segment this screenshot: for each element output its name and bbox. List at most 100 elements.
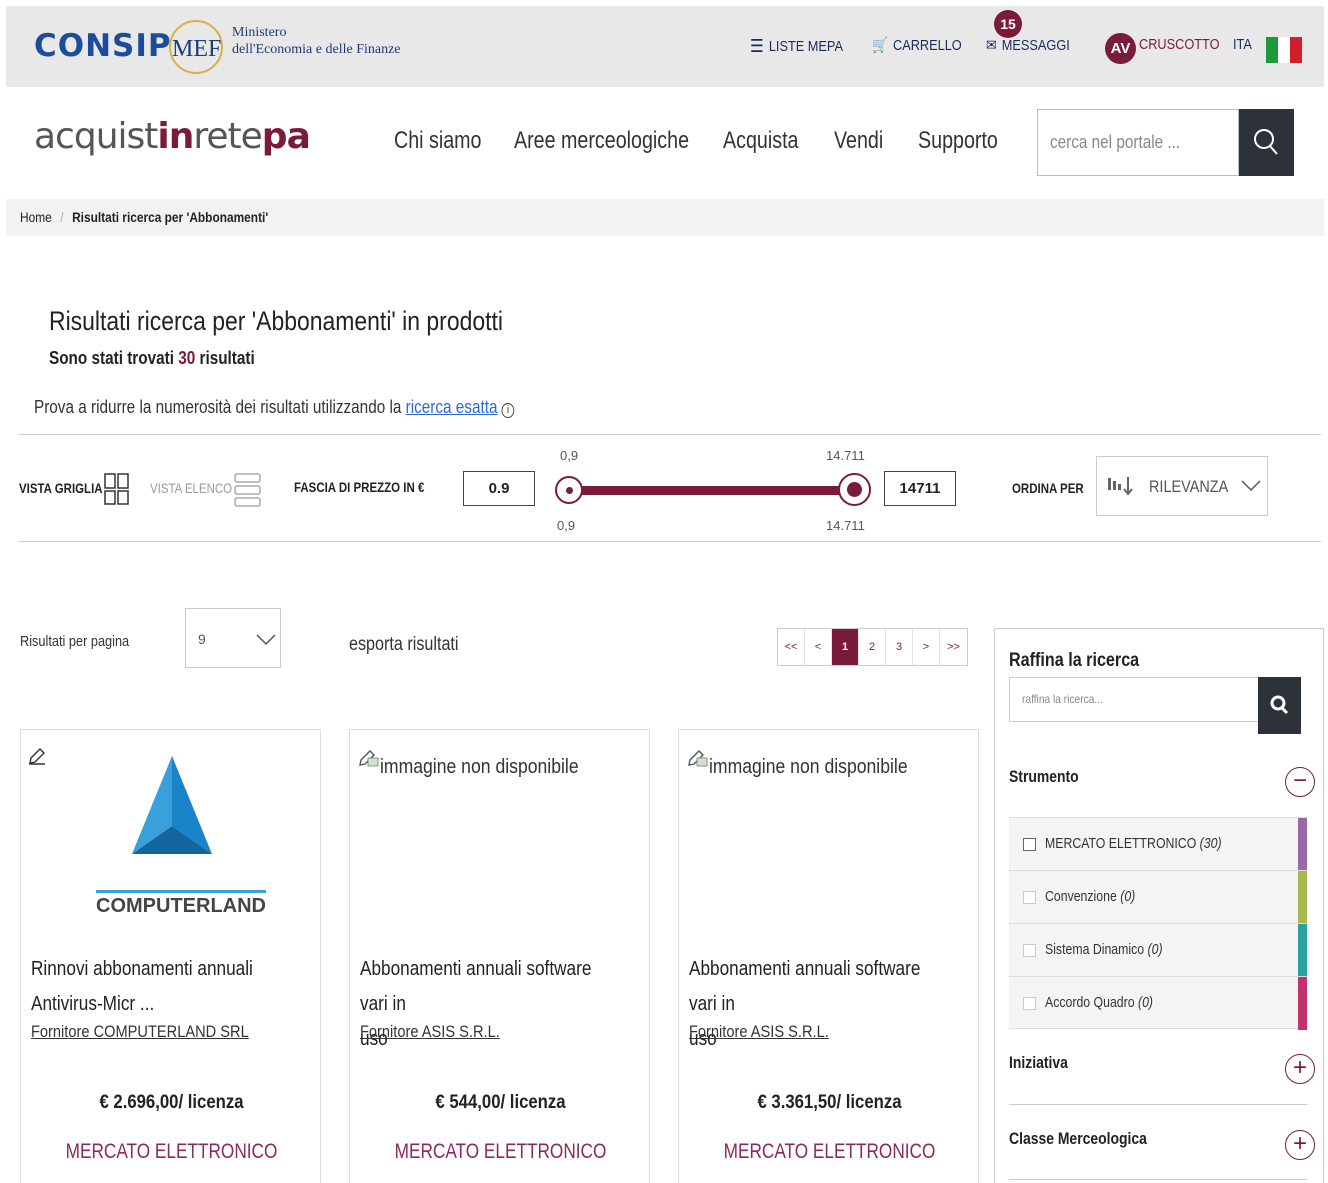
- nav-aree-merceologiche[interactable]: Aree merceologiche: [514, 127, 689, 155]
- language-selector[interactable]: ITA: [1233, 36, 1252, 53]
- expand-plus-icon[interactable]: +: [1285, 1130, 1315, 1160]
- facet-strumento-label[interactable]: Strumento: [1009, 767, 1079, 787]
- pager-prev[interactable]: <: [805, 629, 832, 665]
- breadcrumb-current: Risultati ricerca per 'Abbonamenti': [72, 209, 269, 225]
- option-label: Convenzione (0): [1045, 888, 1135, 905]
- pager-page-1[interactable]: 1: [832, 629, 859, 665]
- edit-icon[interactable]: [27, 746, 47, 766]
- envelope-icon: ✉: [986, 37, 997, 54]
- export-results-link[interactable]: esporta risultati: [349, 634, 459, 656]
- checkbox[interactable]: [1023, 838, 1036, 851]
- divider-bottom: [19, 541, 1321, 542]
- cruscotto-label: CRUSCOTTO: [1139, 36, 1220, 53]
- carrello-label: CARRELLO: [892, 36, 962, 54]
- brand-part-2: in: [157, 116, 194, 157]
- refine-search-input[interactable]: raffina la ricerca...: [1009, 677, 1259, 722]
- per-page-select[interactable]: 9: [185, 608, 281, 668]
- broken-image-icon: [359, 750, 379, 767]
- language-label: ITA: [1233, 36, 1252, 53]
- chevron-down-icon: [1241, 480, 1261, 492]
- supplier-link[interactable]: Fornitore COMPUTERLAND SRL: [31, 1022, 249, 1042]
- per-page-label: Risultati per pagina: [20, 633, 130, 650]
- pager-first[interactable]: <<: [778, 629, 805, 665]
- checkbox[interactable]: [1023, 944, 1036, 957]
- facet-iniziativa-label[interactable]: Iniziativa: [1009, 1053, 1068, 1073]
- portal-search-input[interactable]: cerca nel portale ...: [1037, 109, 1239, 176]
- product-card[interactable]: COMPUTERLAND Rinnovi abbonamenti annuali…: [20, 729, 321, 1183]
- product-title-line2: Antivirus-Micr ...: [31, 993, 155, 1015]
- refine-sidebar: Raffina la ricerca raffina la ricerca...…: [994, 628, 1324, 1183]
- strumento-option[interactable]: Accordo Quadro (0): [1009, 976, 1307, 1030]
- messaggi-link[interactable]: ✉ MESSAGGI: [986, 36, 1070, 55]
- strumento-option[interactable]: Convenzione (0): [1009, 870, 1307, 924]
- option-label: MERCATO ELETTRONICO (30): [1045, 835, 1222, 852]
- supplier-link[interactable]: Fornitore ASIS S.R.L.: [689, 1022, 829, 1042]
- strumento-option[interactable]: MERCATO ELETTRONICO (30): [1009, 817, 1307, 871]
- exact-search-link[interactable]: ricerca esatta: [406, 397, 498, 417]
- price-range-track: [568, 486, 855, 495]
- option-color-bar: [1298, 871, 1307, 924]
- facet-divider: [1009, 1104, 1307, 1105]
- italian-flag-icon: [1266, 37, 1302, 63]
- vista-elenco-label[interactable]: VISTA ELENCO: [150, 480, 232, 496]
- list-view-icon[interactable]: [234, 472, 262, 508]
- chevron-down-icon: [256, 634, 276, 646]
- option-count: (0): [1137, 994, 1154, 1011]
- price-range-min-handle[interactable]: [555, 476, 583, 504]
- range-max-bottom-label: 14.711: [826, 518, 865, 533]
- product-title[interactable]: Rinnovi abbonamenti annuali Antivirus-Mic…: [31, 952, 280, 1022]
- pager-page-2[interactable]: 2: [859, 629, 886, 665]
- option-color-bar: [1298, 924, 1307, 977]
- pager-next[interactable]: >: [913, 629, 940, 665]
- vista-griglia-label[interactable]: VISTA GRIGLIA: [19, 480, 103, 496]
- breadcrumb-home[interactable]: Home: [20, 209, 52, 225]
- cart-icon: 🛒: [872, 37, 888, 54]
- nav-vendi[interactable]: Vendi: [834, 127, 883, 155]
- collapse-minus-icon[interactable]: −: [1285, 767, 1315, 797]
- image-unavailable-text: immagine non disponibile: [709, 756, 908, 778]
- option-count: (0): [1120, 888, 1136, 905]
- product-card[interactable]: immagine non disponibile Abbonamenti ann…: [678, 729, 979, 1183]
- facet-classe-label[interactable]: Classe Merceologica: [1009, 1129, 1147, 1149]
- user-avatar[interactable]: AV: [1105, 33, 1136, 64]
- product-price: € 3.361,50/ licenza: [757, 1092, 902, 1113]
- consip-logo[interactable]: CONSIP: [34, 28, 172, 64]
- carrello-link[interactable]: 🛒 CARRELLO: [872, 36, 962, 55]
- search-icon: [1270, 695, 1289, 715]
- strumento-option[interactable]: Sistema Dinamico (0): [1009, 923, 1307, 977]
- price-min-input[interactable]: 0.9: [463, 471, 535, 506]
- messaggi-count-badge: 15: [994, 10, 1022, 38]
- nav-acquista[interactable]: Acquista: [723, 127, 798, 155]
- price-range-max-handle[interactable]: [838, 473, 871, 506]
- refine-search-button[interactable]: [1258, 677, 1301, 734]
- option-text: Accordo Quadro: [1045, 994, 1135, 1011]
- cruscotto-link[interactable]: CRUSCOTTO: [1139, 36, 1220, 53]
- price-max-input[interactable]: 14711: [884, 471, 956, 506]
- top-bar: CONSIP MEF Ministero dell'Economia e del…: [6, 6, 1324, 87]
- checkbox[interactable]: [1023, 997, 1036, 1010]
- grid-view-icon[interactable]: [104, 472, 130, 506]
- info-icon[interactable]: i: [501, 403, 515, 418]
- product-card[interactable]: immagine non disponibile Abbonamenti ann…: [349, 729, 650, 1183]
- expand-plus-icon[interactable]: +: [1285, 1054, 1315, 1084]
- search-icon: [1254, 129, 1278, 155]
- supplier-link[interactable]: Fornitore ASIS S.R.L.: [360, 1022, 500, 1042]
- portal-search-button[interactable]: [1239, 109, 1294, 176]
- option-label: Sistema Dinamico (0): [1045, 941, 1163, 958]
- checkbox[interactable]: [1023, 891, 1036, 904]
- pager-last[interactable]: >>: [940, 629, 967, 665]
- portal-search-placeholder: cerca nel portale ...: [1050, 132, 1181, 152]
- refine-search-placeholder: raffina la ricerca...: [1022, 692, 1103, 706]
- liste-mepa-link[interactable]: ☰ LISTE MEPA: [750, 36, 843, 57]
- nav-chi-siamo[interactable]: Chi siamo: [394, 127, 481, 155]
- option-color-bar: [1298, 818, 1307, 871]
- nav-supporto[interactable]: Supporto: [918, 127, 998, 155]
- product-title-line1: Abbonamenti annuali software vari in: [360, 958, 592, 1015]
- acquistinretepa-logo[interactable]: acquistinretepa: [34, 116, 311, 157]
- sort-select[interactable]: RILEVANZA: [1096, 456, 1268, 516]
- ordina-per-label: ORDINA PER: [1012, 480, 1084, 496]
- broken-image-icon: [688, 750, 708, 767]
- pager-page-3[interactable]: 3: [886, 629, 913, 665]
- refine-title: Raffina la ricerca: [1009, 650, 1140, 671]
- mef-logo[interactable]: MEF: [166, 14, 226, 76]
